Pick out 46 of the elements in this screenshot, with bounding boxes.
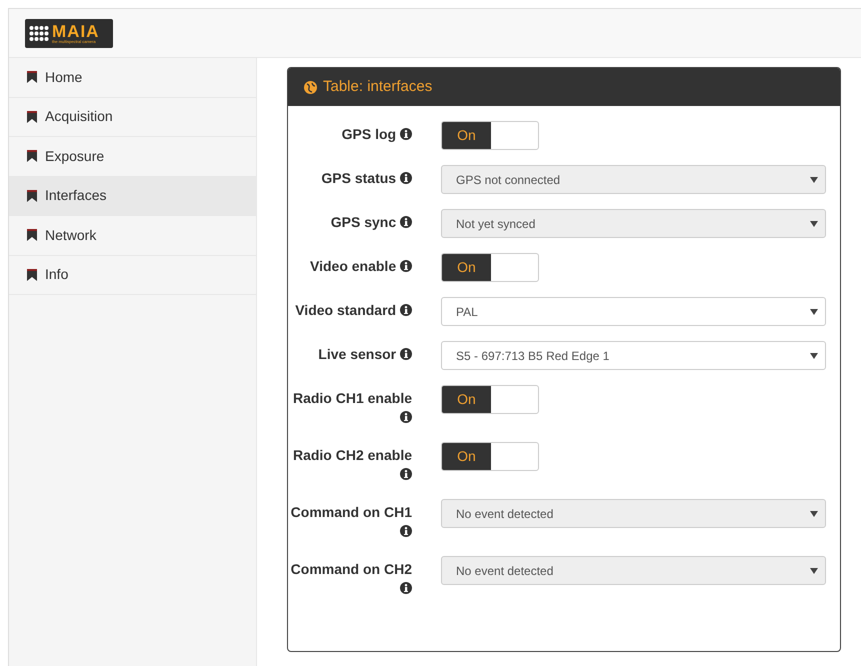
field-label: Live sensor	[288, 341, 412, 364]
bookmark-icon	[27, 110, 37, 123]
bookmark-icon	[27, 150, 37, 162]
toggle-switch[interactable]: On	[441, 385, 539, 414]
sidebar-item[interactable]: Home	[9, 58, 256, 98]
caret-icon	[810, 220, 818, 226]
info-icon	[400, 582, 412, 594]
field-label: Video standard	[288, 297, 412, 320]
caret-icon	[810, 176, 818, 182]
toggle-switch[interactable]: On	[441, 121, 539, 150]
field-label: Radio CH2 enable	[288, 442, 412, 484]
toggle-switch[interactable]: On	[441, 253, 539, 282]
caret-icon	[810, 352, 818, 358]
panel-title: Table: interfaces	[323, 76, 432, 97]
field-label: Command on CH2	[288, 556, 412, 598]
sidebar-item[interactable]: Interfaces	[9, 176, 256, 216]
field-label: Radio CH1 enable	[288, 385, 412, 427]
bookmark-icon	[27, 229, 37, 242]
dots-icon	[29, 25, 49, 41]
field-label: GPS log	[288, 121, 412, 144]
sidebar-item[interactable]: Network	[9, 216, 256, 256]
field-label: Video enable	[288, 253, 412, 276]
sidebar-item[interactable]: Acquisition	[9, 98, 256, 137]
info-icon	[400, 525, 412, 537]
dropdown[interactable]: S5 - 697:713 B5 Red Edge 1	[441, 341, 826, 370]
info-icon	[400, 128, 412, 140]
info-icon	[400, 468, 412, 480]
sidebar-item[interactable]: Info	[9, 256, 256, 295]
info-icon	[400, 348, 412, 360]
caret-icon	[810, 568, 818, 574]
info-icon	[400, 304, 412, 316]
bookmark-icon	[27, 71, 37, 84]
globe-icon	[304, 80, 317, 94]
caret-icon	[810, 308, 818, 314]
field-label: GPS status	[288, 165, 412, 188]
info-icon	[400, 216, 412, 228]
dropdown[interactable]: PAL	[441, 297, 826, 326]
info-icon	[400, 260, 412, 272]
field-label: Command on CH1	[288, 499, 412, 541]
info-icon	[400, 411, 412, 423]
caret-icon	[810, 510, 818, 516]
field-label: GPS sync	[288, 209, 412, 232]
toggle-switch[interactable]: On	[441, 442, 539, 471]
bookmark-icon	[27, 190, 37, 202]
info-icon	[400, 172, 412, 184]
bookmark-icon	[27, 268, 37, 281]
